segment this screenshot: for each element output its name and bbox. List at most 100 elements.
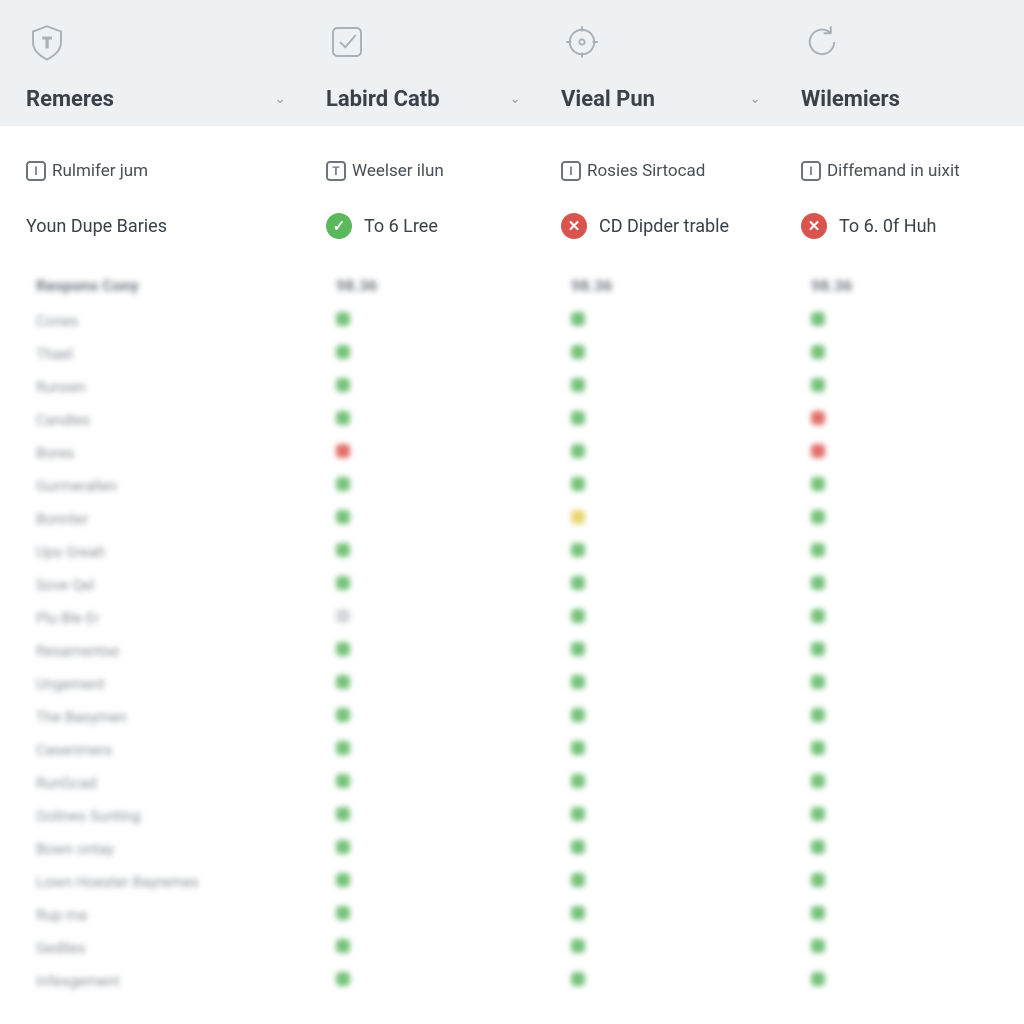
cross-circle-icon: ✕ [801, 213, 827, 239]
feature-label: Ups Greah [36, 543, 336, 561]
column-info-3: I Diffemand in uixit [801, 161, 1024, 181]
status-ok-icon [571, 840, 585, 854]
status-ok-icon [811, 906, 825, 920]
status-ok-icon [571, 906, 585, 920]
feature-mark [811, 774, 1024, 792]
feature-mark [336, 873, 571, 891]
table-header-row: Respons Cony 98.36 98.36 98.36 [0, 266, 1024, 304]
column-info-row: I Rulmifer jum T Weelser ilun I Rosies S… [0, 146, 1024, 196]
column-title: Vieal Pun [561, 87, 655, 112]
table-row: Gurmerallen [0, 469, 1024, 502]
feature-mark [571, 543, 811, 561]
feature-mark [571, 873, 811, 891]
col-icon-3 [801, 21, 1024, 63]
comparison-body: I Rulmifer jum T Weelser ilun I Rosies S… [0, 126, 1024, 997]
table-row: Golines Sunting [0, 799, 1024, 832]
status-text: Youn Dupe Baries [26, 216, 167, 237]
feature-mark [336, 906, 571, 924]
feature-label: Runsen [36, 378, 336, 396]
feature-mark [811, 378, 1024, 396]
feature-mark [336, 411, 571, 429]
feature-mark [571, 576, 811, 594]
status-bad-icon [811, 444, 825, 458]
table-row: Runsen [0, 370, 1024, 403]
feature-mark [571, 312, 811, 330]
status-ok-icon [336, 411, 350, 425]
column-info-1: T Weelser ilun [326, 161, 561, 181]
status-ok-icon [571, 972, 585, 986]
status-ok-icon [811, 543, 825, 557]
feature-mark [571, 378, 811, 396]
feature-mark [336, 312, 571, 330]
feature-mark [811, 807, 1024, 825]
status-ok-icon [336, 741, 350, 755]
table-row: Resamentse [0, 634, 1024, 667]
feature-label: Infesgement [36, 972, 336, 990]
table-row: Infesgement [0, 964, 1024, 997]
cross-circle-icon: ✕ [561, 213, 587, 239]
status-ok-icon [571, 873, 585, 887]
feature-label: Sove Qel [36, 576, 336, 594]
feature-mark [336, 543, 571, 561]
feature-mark [336, 675, 571, 693]
status-ok-icon [811, 378, 825, 392]
status-ok-icon [571, 675, 585, 689]
feature-mark [571, 411, 811, 429]
status-ok-icon [811, 675, 825, 689]
column-icon-row: T [0, 12, 1024, 72]
feature-label: Resamentse [36, 642, 336, 660]
column-header-2[interactable]: Vieal Pun ⌄ [561, 87, 801, 112]
info-badge-icon: I [26, 161, 46, 181]
table-row: Caserimers [0, 733, 1024, 766]
col-icon-1 [326, 21, 561, 63]
status-ok-icon [571, 939, 585, 953]
status-ok-icon [811, 774, 825, 788]
feature-label: RunGcad [36, 774, 336, 792]
info-text: Diffemand in uixit [827, 161, 960, 181]
status-ok-icon [811, 708, 825, 722]
feature-mark [571, 840, 811, 858]
status-ok-icon [811, 576, 825, 590]
status-ok-icon [336, 510, 350, 524]
check-circle-icon: ✓ [326, 213, 352, 239]
feature-label: Ungement [36, 675, 336, 693]
status-ok-icon [571, 411, 585, 425]
feature-label: Bown ontay [36, 840, 336, 858]
status-ok-icon [811, 609, 825, 623]
feature-label: Thael [36, 345, 336, 363]
feature-mark [571, 675, 811, 693]
column-header-1[interactable]: Labird Catb ⌄ [326, 87, 561, 112]
target-icon [561, 21, 603, 63]
chevron-down-icon: ⌄ [274, 91, 286, 107]
column-status-row: Youn Dupe Baries ✓ To 6 Lree ✕ CD Dipder… [0, 196, 1024, 256]
table-row: Gedlles [0, 931, 1024, 964]
status-ok-icon [336, 675, 350, 689]
table-row: Sove Qel [0, 568, 1024, 601]
status-ok-icon [336, 807, 350, 821]
feature-mark [336, 807, 571, 825]
feature-mark [571, 345, 811, 363]
feature-mark [336, 972, 571, 990]
feature-mark [571, 477, 811, 495]
info-text: Rulmifer jum [52, 161, 148, 181]
feature-mark [336, 708, 571, 726]
status-ok-icon [811, 807, 825, 821]
column-info-2: I Rosies Sirtocad [561, 161, 801, 181]
status-ok-icon [571, 312, 585, 326]
status-text: To 6 Lree [364, 216, 438, 237]
table-row: Cones [0, 304, 1024, 337]
chevron-down-icon: ⌄ [749, 91, 761, 107]
table-header-value: 98.36 [811, 276, 1024, 295]
table-row: Ungement [0, 667, 1024, 700]
info-text: Weelser ilun [352, 161, 444, 181]
feature-mark [811, 741, 1024, 759]
column-status-3: ✕ To 6. 0f Huh [801, 213, 1024, 239]
feature-mark [336, 378, 571, 396]
feature-mark [811, 873, 1024, 891]
status-ok-icon [336, 642, 350, 656]
status-ok-icon [811, 345, 825, 359]
column-header-0[interactable]: Remeres ⌄ [26, 87, 326, 112]
status-bad-icon [336, 444, 350, 458]
feature-mark [811, 642, 1024, 660]
column-status-0: Youn Dupe Baries [26, 216, 326, 237]
